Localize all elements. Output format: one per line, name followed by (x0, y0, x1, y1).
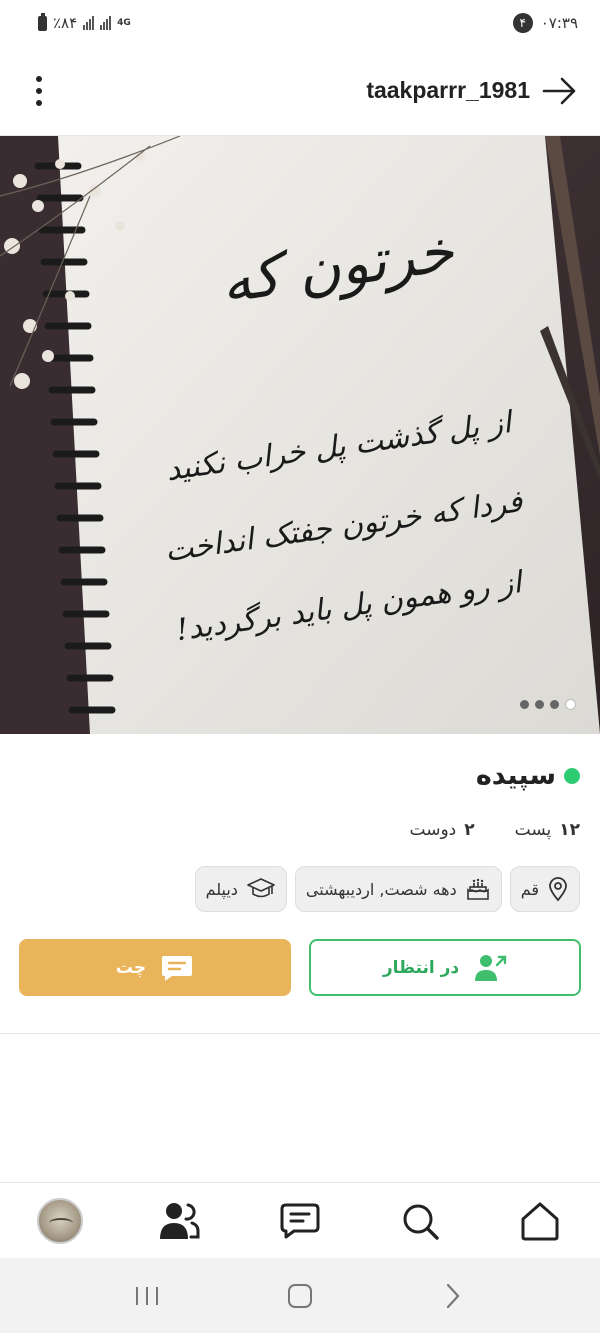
profile-tags: قم دهه شصت, اردیبهشتی دیپلم (194, 866, 580, 912)
nav-friends[interactable] (150, 1191, 210, 1251)
graduation-cap-icon (247, 878, 275, 898)
location-pin-icon (549, 877, 567, 902)
status-left: ٪۸۴ 4G (38, 12, 131, 32)
stat-friends-label: دوست (409, 820, 457, 840)
app-header: taakparrr_1981 (0, 46, 600, 136)
status-right: ۴ ۰۷:۳۹ (512, 13, 578, 33)
tag-city-label: قم (520, 879, 539, 899)
home-icon (521, 1202, 559, 1240)
arrow-right-icon[interactable] (542, 76, 578, 106)
birthday-cake-icon (466, 878, 489, 900)
tag-education: دیپلم (194, 866, 287, 912)
stat-friends[interactable]: ۲ دوست (410, 820, 475, 840)
messages-icon (280, 1203, 320, 1238)
system-navigation-bar (0, 1258, 600, 1333)
carousel-dot-active[interactable] (565, 699, 576, 710)
signal-icon-2 (100, 16, 112, 30)
network-type: 4G (117, 18, 131, 28)
status-bar: ٪۸۴ 4G ۴ ۰۷:۳۹ (0, 0, 600, 46)
nav-messages[interactable] (270, 1191, 330, 1251)
carousel-indicator[interactable] (520, 699, 576, 710)
chat-icon (162, 955, 193, 981)
profile-username: taakparrr_1981 (366, 77, 530, 103)
tag-city: قم (509, 866, 580, 912)
online-status-icon (564, 767, 580, 784)
recent-apps-icon (135, 1286, 158, 1305)
section-divider (0, 1033, 600, 1034)
profile-stats: ۱۲ پست ۲ دوست (410, 820, 580, 840)
friend-request-sent-icon (475, 954, 507, 981)
profile-name: سپیده (475, 760, 556, 791)
chevron-right-icon (447, 1283, 460, 1308)
tag-birth: دهه شصت, اردیبهشتی (294, 866, 502, 912)
home-square-icon (287, 1283, 312, 1308)
chat-label: چت (115, 957, 147, 978)
home-system-button[interactable] (270, 1271, 330, 1321)
chat-button[interactable]: چت (19, 939, 291, 996)
search-icon (403, 1204, 439, 1240)
carousel-dot[interactable] (550, 700, 559, 709)
tag-birth-label: دهه شصت, اردیبهشتی (305, 879, 457, 899)
carousel-dot[interactable] (520, 700, 529, 709)
pending-request-button[interactable]: در انتظار (309, 939, 581, 996)
nav-profile[interactable] (30, 1191, 90, 1251)
recent-apps-button[interactable] (117, 1271, 177, 1321)
carousel-dot[interactable] (535, 700, 544, 709)
clock: ۰۷:۳۹ (540, 14, 578, 32)
profile-photo[interactable]: خرتون که از پل گذشت پل خراب نکنید فردا ک… (0, 136, 600, 734)
stat-posts[interactable]: ۱۲ پست (515, 820, 580, 840)
battery-level: ٪۸۴ (53, 14, 78, 32)
battery-icon (38, 12, 47, 31)
nav-search[interactable] (390, 1191, 450, 1251)
notification-badge: ۴ (512, 13, 533, 33)
header-title-group: taakparrr_1981 (366, 76, 578, 106)
avatar[interactable] (37, 1197, 83, 1244)
pending-request-label: در انتظار (382, 957, 460, 978)
tag-education-label: دیپلم (205, 879, 238, 899)
friends-icon (160, 1202, 200, 1239)
more-vertical-icon[interactable] (30, 72, 48, 110)
back-system-button[interactable] (423, 1271, 483, 1321)
stat-posts-label: پست (514, 820, 552, 840)
nav-home[interactable] (510, 1191, 570, 1251)
profile-name-row: سپیده (476, 760, 580, 791)
stat-posts-count: ۱۲ (559, 820, 580, 840)
signal-icon (83, 16, 95, 30)
stat-friends-count: ۲ (464, 820, 475, 840)
bottom-navigation (0, 1182, 600, 1258)
